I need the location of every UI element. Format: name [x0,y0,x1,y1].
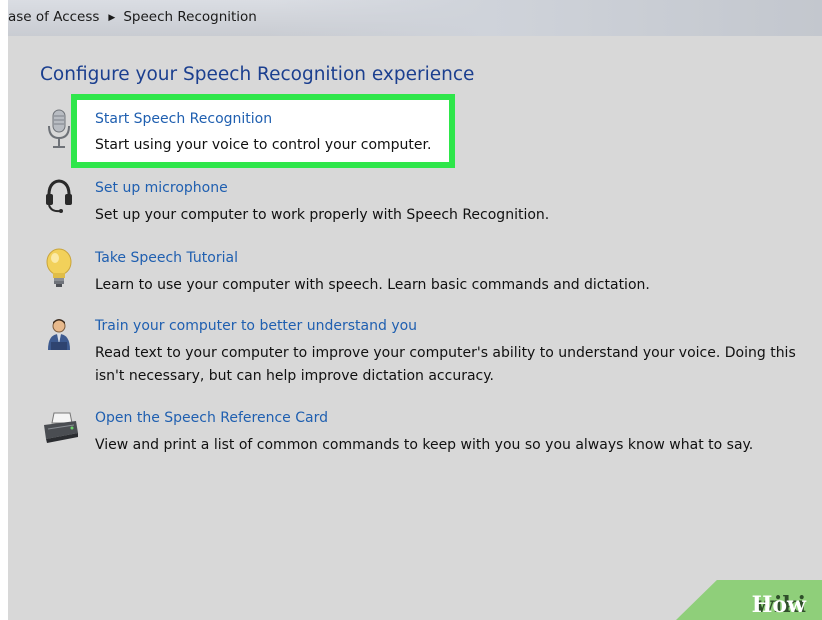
take-speech-tutorial-link[interactable]: Take Speech Tutorial [95,250,238,266]
address-bar-decoration [268,0,822,36]
breadcrumb-speech-recognition[interactable]: Speech Recognition [123,9,257,25]
content-pane: Configure your Speech Recognition experi… [8,36,822,620]
breadcrumb: ase of Access ▶ Speech Recognition [8,9,257,25]
speech-reference-card-link[interactable]: Open the Speech Reference Card [95,410,328,426]
train-computer-desc: Read text to your computer to improve yo… [95,345,796,384]
printer-icon [42,411,78,451]
set-up-microphone-desc: Set up your computer to work properly wi… [95,207,550,223]
start-speech-recognition-desc: Start using your voice to control your c… [95,137,432,153]
take-speech-tutorial-desc: Learn to use your computer with speech. … [95,277,650,293]
watermark-how: How [751,592,806,618]
control-panel-window: ase of Access ▶ Speech Recognition Configu… [8,0,822,620]
page-title: Configure your Speech Recognition experi… [40,64,475,85]
train-computer-link[interactable]: Train your computer to better understand… [95,318,417,334]
user-icon [42,316,76,356]
address-bar: ase of Access ▶ Speech Recognition [8,0,822,37]
speech-reference-card-desc: View and print a list of common commands… [95,437,754,453]
breadcrumb-ease-of-access[interactable]: ase of Access [8,9,99,25]
breadcrumb-arrow-icon: ▶ [108,13,116,23]
lightbulb-icon [42,247,76,287]
headset-icon [42,176,76,216]
set-up-microphone-link[interactable]: Set up microphone [95,180,228,196]
microphone-icon [42,108,76,148]
start-speech-recognition-link[interactable]: Start Speech Recognition [95,111,272,127]
